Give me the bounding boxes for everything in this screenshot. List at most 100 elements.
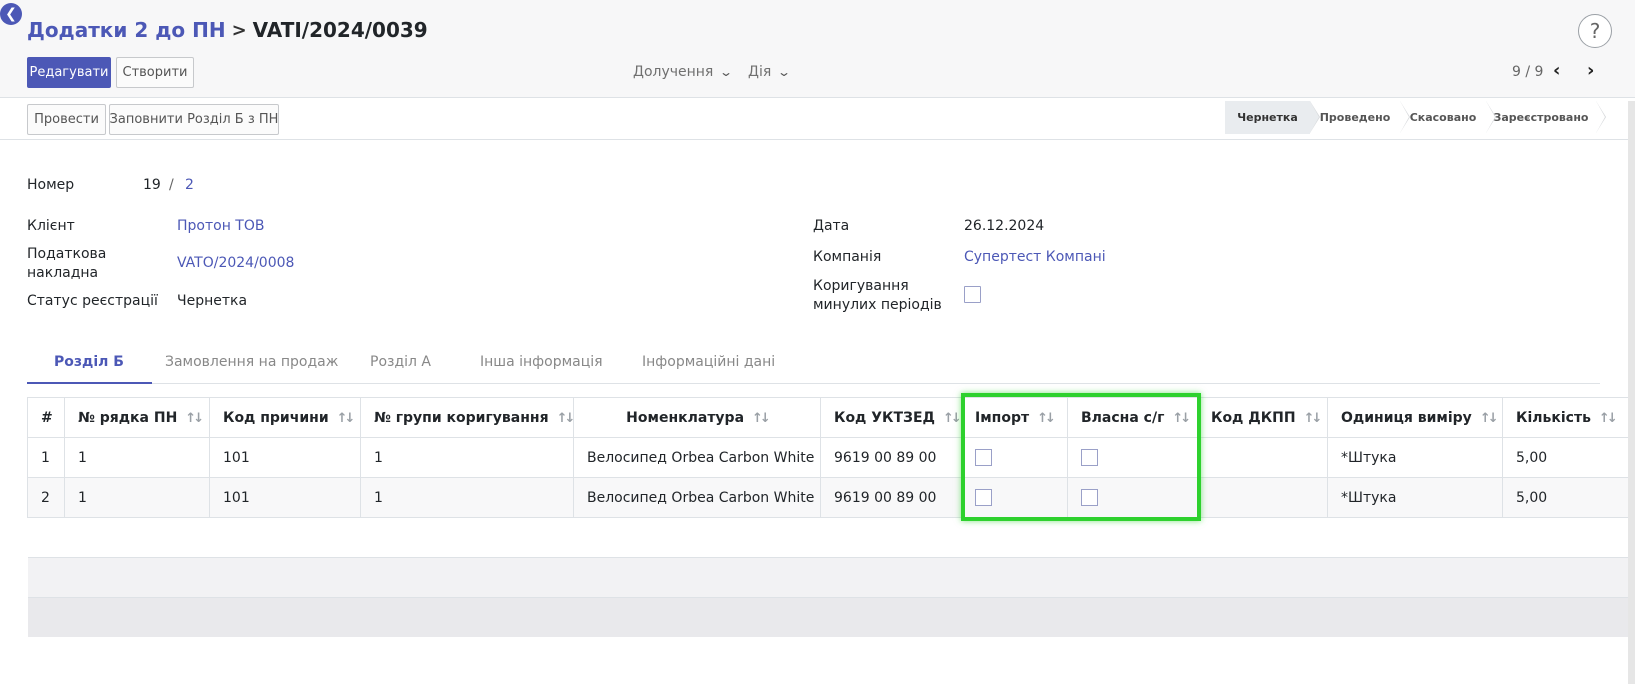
column-title: Код ДКПП xyxy=(1211,409,1296,426)
number-sub-value[interactable]: 2 xyxy=(185,176,194,195)
table-empty-row xyxy=(27,517,1628,558)
attachments-dropdown[interactable]: Долучення ⌄ xyxy=(633,64,734,80)
status-stage-label: Зареєстровано xyxy=(1493,111,1589,124)
chevron-down-icon: ⌄ xyxy=(777,65,792,79)
column-title: Код УКТЗЕД xyxy=(834,409,936,426)
pager-previous-icon[interactable]: ‹ xyxy=(1553,60,1560,81)
tab-label: Інформаційні дані xyxy=(642,354,776,370)
company-label: Компанія xyxy=(813,249,882,265)
column-header-reason[interactable]: Код причини ↑↓ xyxy=(209,397,361,438)
status-stage-cancelled[interactable]: Скасовано xyxy=(1400,101,1496,134)
control-panel: ❮ Додатки 2 до ПН > VATI/2024/0039 ? Ред… xyxy=(0,0,1635,98)
sort-icon[interactable]: ↑↓ xyxy=(943,411,960,426)
tab-section-b[interactable]: Розділ Б xyxy=(27,345,152,384)
table-row[interactable]: 2 1 101 1 Велосипед Orbea Carbon White 9… xyxy=(27,477,1628,518)
status-stage-label: Скасовано xyxy=(1409,111,1477,124)
date-value: 26.12.2024 xyxy=(964,218,1045,234)
status-stage-label: Чернетка xyxy=(1237,111,1298,124)
number-label: Номер xyxy=(27,177,75,193)
cell-code: 9619 00 89 00 xyxy=(820,437,962,478)
column-header-own-agri[interactable]: Власна с/г ↑↓ xyxy=(1067,397,1198,438)
column-header-dkpp[interactable]: Код ДКПП ↑↓ xyxy=(1197,397,1328,438)
fill-section-b-button[interactable]: Заповнити Розділ Б з ПН xyxy=(109,104,279,135)
cell-dkpp xyxy=(1197,477,1328,518)
empty-cell xyxy=(27,557,1628,598)
cell-uom: *Штука xyxy=(1327,437,1503,478)
sort-icon[interactable]: ↑↓ xyxy=(752,411,771,426)
breadcrumb-separator: > xyxy=(231,19,247,41)
cell-qty: 5,00 xyxy=(1502,477,1628,518)
cell-import xyxy=(961,477,1068,518)
cell-code: 9619 00 89 00 xyxy=(820,477,962,518)
tab-info-data[interactable]: Інформаційні дані xyxy=(642,345,775,384)
tab-label: Розділ Б xyxy=(54,354,124,370)
post-button[interactable]: Провести xyxy=(27,104,106,135)
status-stage-posted[interactable]: Проведено xyxy=(1310,101,1410,134)
action-dropdown[interactable]: Дія ⌄ xyxy=(748,64,792,80)
sort-icon[interactable]: ↑↓ xyxy=(185,411,204,426)
notebook-tabs: Розділ Б Замовлення на продаж Розділ А І… xyxy=(27,345,1600,384)
back-arrow-icon[interactable]: ❮ xyxy=(0,3,22,25)
status-stage-registered[interactable]: Зареєстровано xyxy=(1486,101,1606,134)
status-bar: Чернетка Проведено Скасовано Зареєстрова… xyxy=(1225,101,1606,134)
column-header-line[interactable]: № рядка ПН ↑↓ xyxy=(64,397,210,438)
column-header-product[interactable]: Номенклатура ↑↓ xyxy=(573,397,821,438)
column-header-qty[interactable]: Кількість ↑↓ xyxy=(1502,397,1628,438)
import-checkbox[interactable] xyxy=(975,449,992,466)
column-title: Номенклатура xyxy=(626,409,745,426)
column-header-uom[interactable]: Одиниця виміру ↑↓ xyxy=(1327,397,1503,438)
column-header-code[interactable]: Код УКТЗЕД ↑↓ xyxy=(820,397,962,438)
sort-icon[interactable]: ↑↓ xyxy=(1480,411,1499,426)
tab-other-info[interactable]: Інша інформація xyxy=(480,345,603,384)
cell-dkpp xyxy=(1197,437,1328,478)
cell-reason: 101 xyxy=(209,477,361,518)
create-button[interactable]: Створити xyxy=(116,57,194,88)
column-header-index: # xyxy=(27,397,65,438)
empty-cell xyxy=(27,517,1628,558)
pager-next-icon[interactable]: › xyxy=(1587,60,1594,81)
correction-label-line2: минулих періодів xyxy=(813,297,942,313)
cell-product: Велосипед Orbea Carbon White xyxy=(573,437,821,478)
number-value: 19 xyxy=(143,177,161,193)
sort-icon[interactable]: ↑↓ xyxy=(1172,411,1191,426)
sort-icon[interactable]: ↑↓ xyxy=(1599,411,1618,426)
tax-invoice-label-line2: накладна xyxy=(27,265,99,281)
lines-table: # № рядка ПН ↑↓ Код причини ↑↓ № групи кор… xyxy=(27,397,1628,637)
column-header-group[interactable]: № групи коригування ↑↓ xyxy=(360,397,574,438)
company-link[interactable]: Супертест Компані xyxy=(964,248,1106,267)
table-footer-row xyxy=(27,597,1628,637)
own-agri-checkbox[interactable] xyxy=(1081,449,1098,466)
cell-line: 1 xyxy=(64,437,210,478)
column-header-import[interactable]: Імпорт ↑↓ xyxy=(961,397,1068,438)
column-title: Одиниця виміру xyxy=(1341,409,1472,426)
action-label: Дія xyxy=(748,64,772,80)
tab-section-a[interactable]: Розділ А xyxy=(370,345,431,384)
breadcrumb-parent-link[interactable]: Додатки 2 до ПН xyxy=(27,18,226,42)
client-link[interactable]: Протон ТОВ xyxy=(177,217,264,236)
help-icon[interactable]: ? xyxy=(1578,14,1612,48)
scrollbar[interactable] xyxy=(1628,101,1635,684)
edit-button[interactable]: Редагувати xyxy=(27,57,111,88)
sort-icon[interactable]: ↑↓ xyxy=(557,411,573,426)
sort-icon[interactable]: ↑↓ xyxy=(1037,411,1056,426)
reg-status-label: Статус реєстрації xyxy=(27,293,158,309)
cell-line: 1 xyxy=(64,477,210,518)
status-stage-label: Проведено xyxy=(1319,111,1391,124)
tax-invoice-link[interactable]: VATO/2024/0008 xyxy=(177,254,294,273)
tab-sales-orders[interactable]: Замовлення на продаж xyxy=(165,345,338,384)
import-checkbox[interactable] xyxy=(975,489,992,506)
column-title: № рядка ПН xyxy=(78,409,178,426)
breadcrumb: Додатки 2 до ПН > VATI/2024/0039 xyxy=(27,18,428,42)
own-agri-checkbox[interactable] xyxy=(1081,489,1098,506)
tax-invoice-label-line1: Податкова xyxy=(27,246,107,262)
correction-checkbox[interactable] xyxy=(964,286,981,303)
table-row[interactable]: 1 1 101 1 Велосипед Orbea Carbon White 9… xyxy=(27,437,1628,478)
number-separator: / xyxy=(169,177,174,193)
cell-own-agri xyxy=(1067,477,1198,518)
sort-icon[interactable]: ↑↓ xyxy=(1304,411,1323,426)
pager-value[interactable]: 9 / 9 xyxy=(1512,64,1543,80)
column-title: Кількість xyxy=(1516,409,1591,426)
chevron-down-icon: ⌄ xyxy=(719,65,734,79)
reg-status-value: Чернетка xyxy=(177,293,248,309)
sort-icon[interactable]: ↑↓ xyxy=(337,411,356,426)
